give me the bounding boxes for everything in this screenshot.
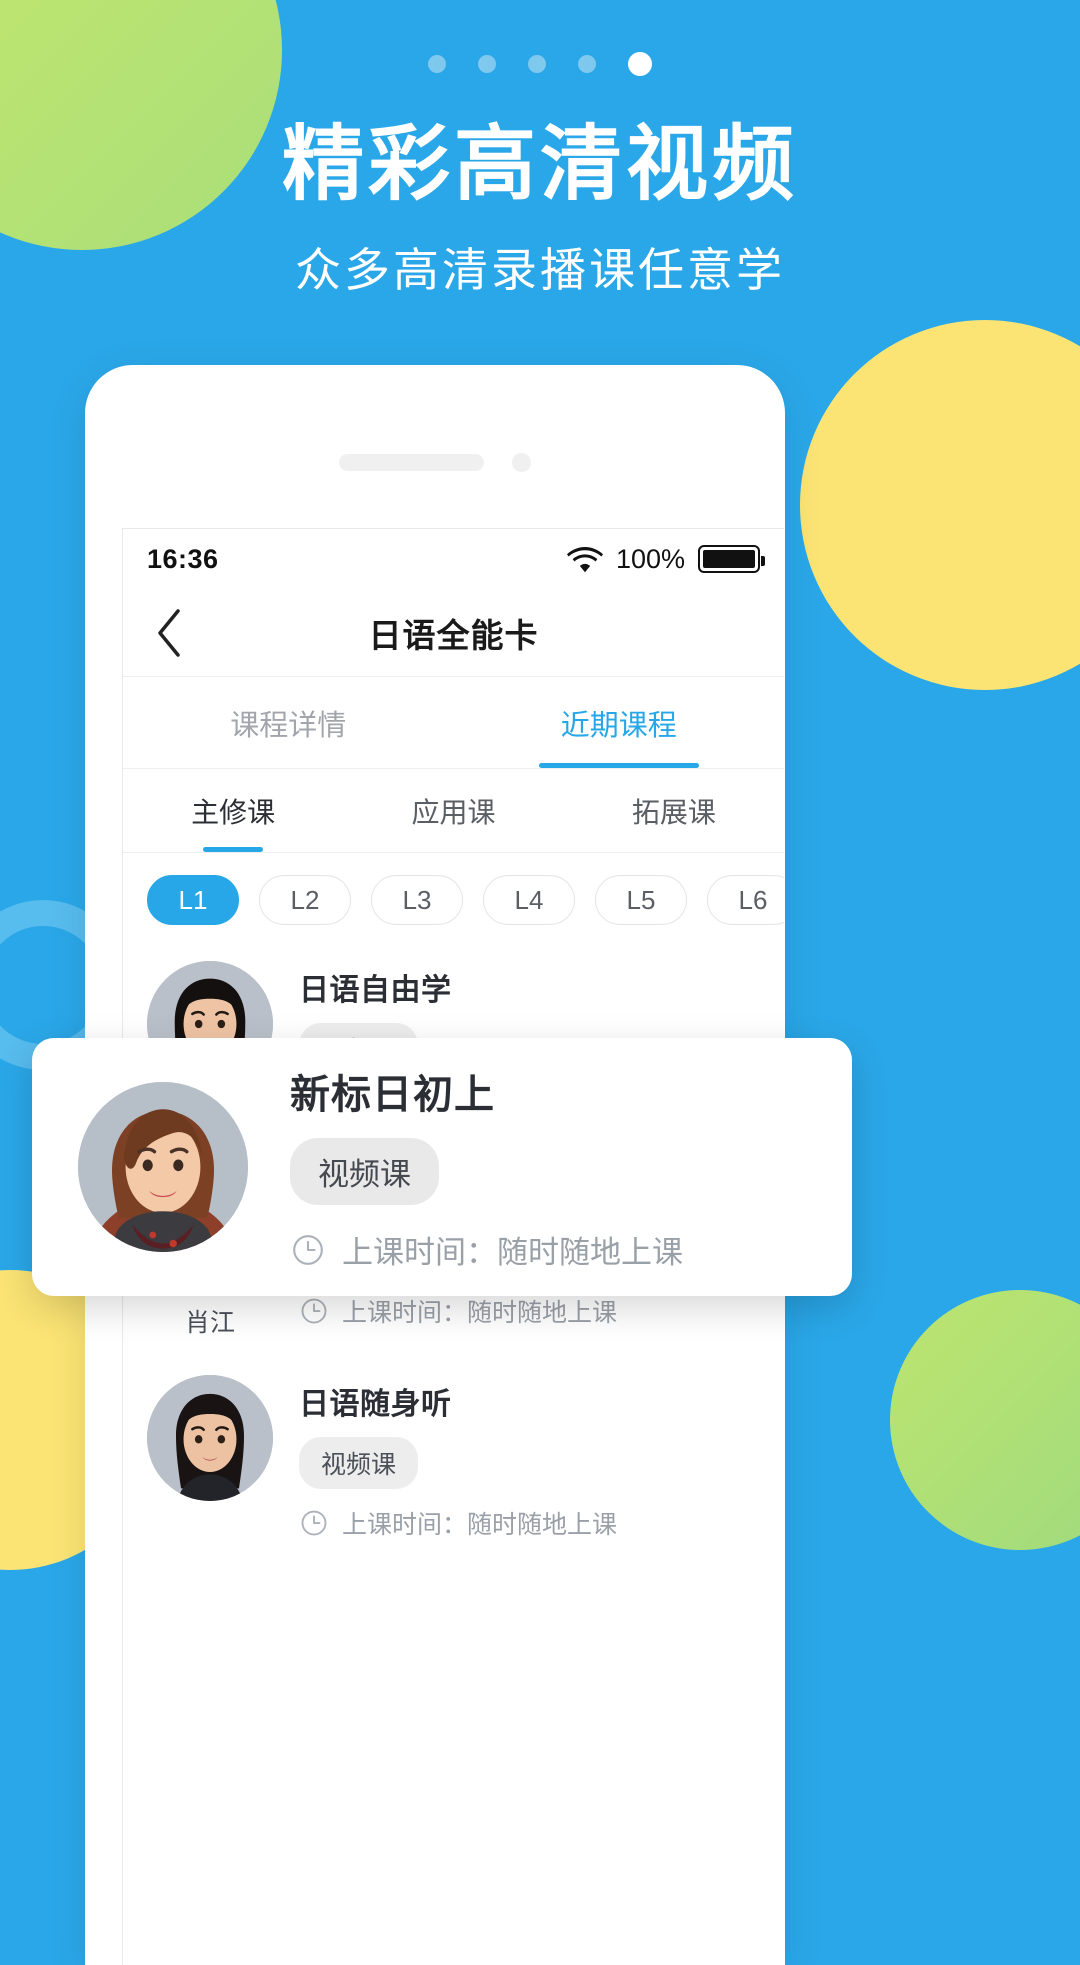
highlight-course-time-label: 上课时间：随时随地上课 xyxy=(342,1235,683,1270)
pagination-dot-1[interactable] xyxy=(428,55,446,73)
battery-percent-label: 100% xyxy=(615,543,685,574)
secondary-tab-label: 主修课 xyxy=(191,796,276,828)
course-time-label: 上课时间：随时随地上课 xyxy=(342,1299,618,1327)
page-title: 日语全能卡 xyxy=(368,616,539,654)
primary-tab-bar: 课程详情 近期课程 xyxy=(123,677,784,769)
promo-headline: 精彩高清视频 xyxy=(281,117,798,212)
teacher-portrait-icon xyxy=(78,1082,248,1252)
avatar xyxy=(78,1082,248,1252)
status-clock: 16:36 xyxy=(147,543,219,574)
phone-speaker xyxy=(339,454,484,471)
secondary-tab-label: 应用课 xyxy=(411,796,496,828)
course-teacher-column xyxy=(147,1375,273,1501)
secondary-tab-2[interactable]: 应用课 xyxy=(343,769,563,852)
level-filter-row[interactable]: L1L2L3L4L5L6L7 xyxy=(123,853,784,943)
status-bar: 16:36 100% xyxy=(123,529,784,589)
primary-tab-label: 课程详情 xyxy=(230,709,347,742)
clock-icon xyxy=(301,1298,327,1324)
level-chip-l1[interactable]: L1 xyxy=(147,875,239,925)
secondary-tab-label: 拓展课 xyxy=(631,796,716,828)
pagination-dot-3[interactable] xyxy=(528,55,546,73)
clock-icon xyxy=(301,1510,327,1536)
app-nav-bar: 日语全能卡 xyxy=(123,589,784,677)
course-title: 日语随身听 xyxy=(299,1388,452,1421)
level-chip-l3[interactable]: L3 xyxy=(371,875,463,925)
status-indicators: 100% xyxy=(566,543,765,575)
course-list-item[interactable]: 日语随身听视频课上课时间：随时随地上课 xyxy=(123,1357,784,1559)
pagination-dot-4[interactable] xyxy=(578,55,596,73)
course-type-badge: 视频课 xyxy=(299,1437,419,1489)
secondary-tab-bar: 主修课 应用课 拓展课 xyxy=(123,769,784,853)
level-chip-l4[interactable]: L4 xyxy=(483,875,575,925)
primary-tab-1[interactable]: 课程详情 xyxy=(123,677,454,768)
highlight-course-time: 上课时间：随时随地上课 xyxy=(290,1227,806,1272)
teacher-name: 肖江 xyxy=(184,1309,235,1337)
teacher-portrait-icon xyxy=(147,1375,273,1501)
promo-text-block: 精彩高清视频 众多高清录播课任意学 xyxy=(0,117,1080,300)
highlight-course-badge: 视频课 xyxy=(290,1138,439,1205)
battery-full-icon xyxy=(698,545,765,573)
back-button[interactable] xyxy=(143,607,195,659)
pagination-dot-2[interactable] xyxy=(478,55,496,73)
level-chip-l5[interactable]: L5 xyxy=(595,875,687,925)
level-chip-l2[interactable]: L2 xyxy=(259,875,351,925)
course-time-row: 上课时间：随时随地上课 xyxy=(299,1505,760,1541)
secondary-tab-3[interactable]: 拓展课 xyxy=(564,769,784,852)
avatar xyxy=(147,1375,273,1501)
wifi-icon xyxy=(566,546,603,572)
primary-tab-2[interactable]: 近期课程 xyxy=(454,677,785,768)
clock-icon xyxy=(293,1234,323,1265)
course-time-row: 上课时间：随时随地上课 xyxy=(299,1293,760,1329)
primary-tab-label: 近期课程 xyxy=(560,709,677,742)
level-chip-l6[interactable]: L6 xyxy=(707,875,784,925)
phone-notch xyxy=(85,453,785,472)
secondary-tab-1[interactable]: 主修课 xyxy=(123,769,343,852)
chevron-left-icon xyxy=(158,608,180,657)
course-time-label: 上课时间：随时随地上课 xyxy=(342,1511,618,1539)
pagination-dots xyxy=(0,52,1080,76)
promo-subheadline: 众多高清录播课任意学 xyxy=(295,243,785,298)
decor-blob-green-bottom-right xyxy=(890,1290,1080,1550)
pagination-dot-5[interactable] xyxy=(628,52,652,76)
decor-blob-yellow-right xyxy=(800,320,1080,690)
phone-camera xyxy=(512,453,531,472)
highlight-course-title: 新标日初上 xyxy=(290,1073,495,1117)
highlight-course-card[interactable]: 新标日初上 视频课 上课时间：随时随地上课 xyxy=(32,1038,852,1296)
course-title: 日语自由学 xyxy=(299,974,452,1007)
course-info: 日语随身听视频课上课时间：随时随地上课 xyxy=(299,1375,760,1541)
highlight-course-info: 新标日初上 视频课 上课时间：随时随地上课 xyxy=(290,1062,806,1272)
